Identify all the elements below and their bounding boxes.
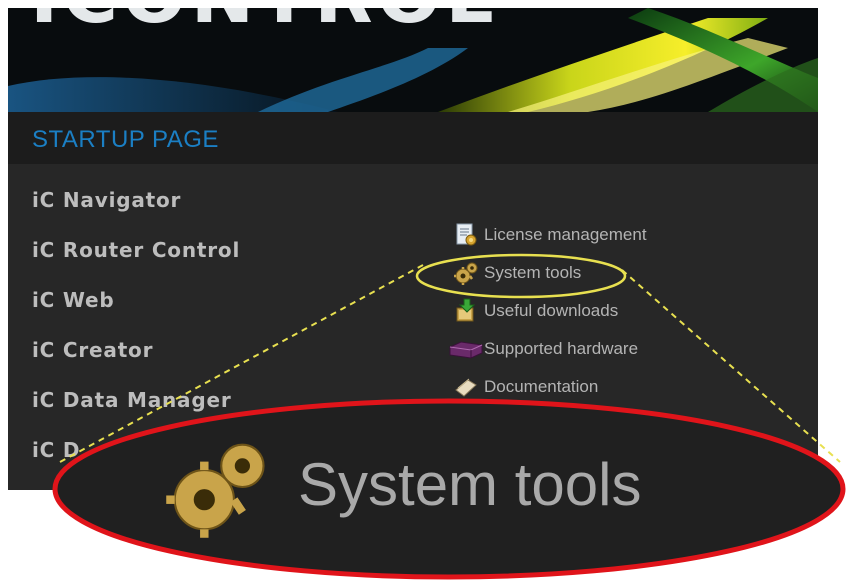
zoom-label: System tools — [298, 451, 642, 518]
zoom-gears-icon — [162, 432, 272, 546]
highlight-ellipse — [415, 253, 627, 299]
